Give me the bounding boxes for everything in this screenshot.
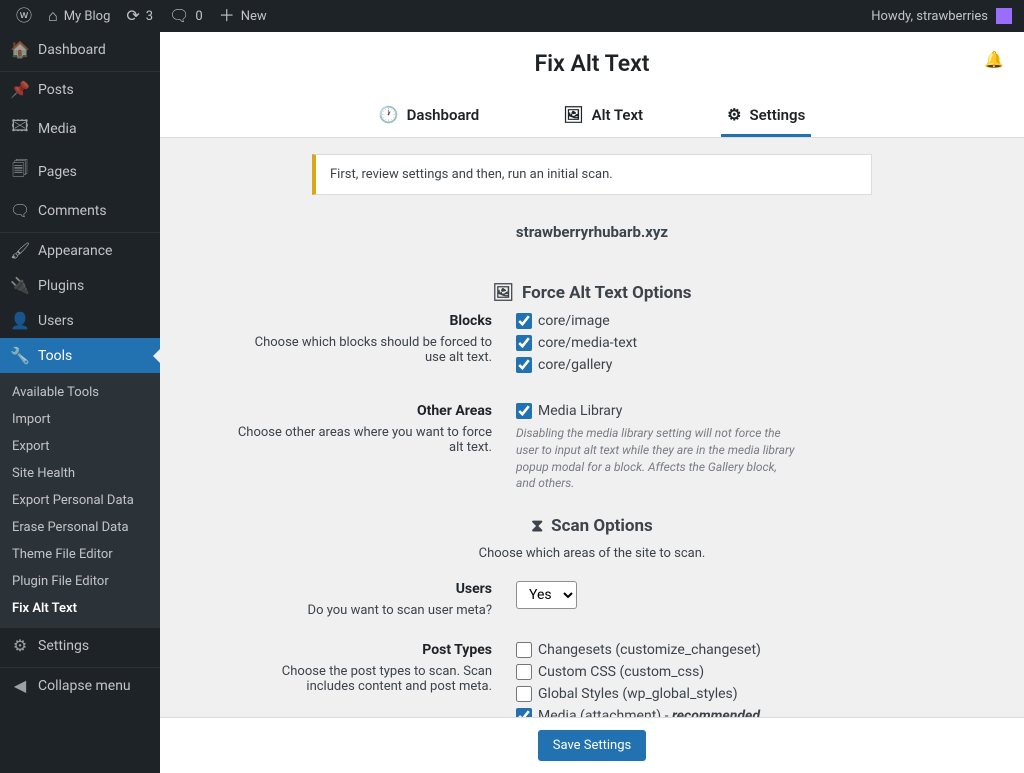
comment-icon: 🗨 <box>10 201 30 220</box>
collapse-icon: ◀ <box>10 676 30 695</box>
menu-users[interactable]: 👤Users <box>0 303 160 338</box>
comment-icon: 🗨 <box>169 8 189 24</box>
home-icon: ⌂ <box>48 8 58 24</box>
pt-global-styles[interactable]: Global Styles (wp_global_styles) <box>516 686 952 702</box>
user-icon: 👤 <box>10 311 30 330</box>
force-heading: 🖼Force Alt Text Options <box>160 283 1024 303</box>
blocks-label: Blocks <box>232 313 492 329</box>
notice-banner: First, review settings and then, run an … <box>312 154 872 195</box>
updates-count: 3 <box>146 9 153 24</box>
settings-icon: ⚙ <box>727 105 741 124</box>
scan-heading: ⧗Scan Options <box>160 516 1024 536</box>
menu-posts[interactable]: 📌Posts <box>0 72 160 107</box>
collapse-menu[interactable]: ◀Collapse menu <box>0 668 160 703</box>
site-name: My Blog <box>64 9 111 24</box>
checkbox-media-library[interactable] <box>516 403 532 419</box>
page-title: Fix Alt Text <box>160 50 1024 77</box>
checkbox-core-gallery[interactable] <box>516 357 532 373</box>
block-core-image[interactable]: core/image <box>516 313 952 329</box>
submenu-plugin-editor[interactable]: Plugin File Editor <box>0 568 160 595</box>
users-desc: Do you want to scan user meta? <box>232 603 492 618</box>
checkbox-core-image[interactable] <box>516 313 532 329</box>
wordpress-icon: ⓦ <box>16 8 32 24</box>
users-label: Users <box>232 581 492 597</box>
checkbox-core-media-text[interactable] <box>516 335 532 351</box>
updates-link[interactable]: ⟳3 <box>118 0 161 32</box>
site-domain: strawberryrhubarb.xyz <box>160 223 1024 241</box>
site-link[interactable]: ⌂ My Blog <box>40 0 118 32</box>
plug-icon: 🔌 <box>10 276 30 295</box>
menu-settings[interactable]: ⚙Settings <box>0 628 160 663</box>
menu-tools[interactable]: 🔧Tools <box>0 338 160 373</box>
submenu-theme-editor[interactable]: Theme File Editor <box>0 541 160 568</box>
users-select[interactable]: Yes <box>516 581 577 609</box>
media-library-option[interactable]: Media Library <box>516 403 952 419</box>
brush-icon: 🖌 <box>10 241 30 260</box>
other-areas-label: Other Areas <box>232 403 492 419</box>
image-icon: 🖼 <box>563 105 583 124</box>
tab-dashboard[interactable]: 🕐Dashboard <box>373 95 486 137</box>
sliders-icon: ⚙ <box>10 636 30 655</box>
pt-custom-css[interactable]: Custom CSS (custom_css) <box>516 664 952 680</box>
submenu-import[interactable]: Import <box>0 406 160 433</box>
block-core-gallery[interactable]: core/gallery <box>516 357 952 373</box>
account-link[interactable]: Howdy, strawberries <box>871 8 1016 24</box>
submenu-export-pd[interactable]: Export Personal Data <box>0 487 160 514</box>
menu-comments[interactable]: 🗨Comments <box>0 193 160 228</box>
media-icon: 🖾 <box>10 115 30 142</box>
bell-icon[interactable]: 🔔 <box>984 50 1004 69</box>
comments-count: 0 <box>195 9 202 24</box>
wp-logo[interactable]: ⓦ <box>8 0 40 32</box>
avatar <box>996 8 1012 24</box>
post-types-desc: Choose the post types to scan. Scan incl… <box>232 664 492 694</box>
image-icon: 🖼 <box>492 283 514 303</box>
comments-link[interactable]: 🗨0 <box>161 0 211 32</box>
block-core-media-text[interactable]: core/media-text <box>516 335 952 351</box>
hourglass-icon: ⧗ <box>531 516 543 536</box>
menu-media[interactable]: 🖾Media <box>0 107 160 150</box>
submenu-fix-alt-text[interactable]: Fix Alt Text <box>0 595 160 622</box>
submenu-erase-pd[interactable]: Erase Personal Data <box>0 514 160 541</box>
menu-appearance[interactable]: 🖌Appearance <box>0 233 160 268</box>
howdy-text: Howdy, strawberries <box>871 9 988 24</box>
save-button[interactable]: Save Settings <box>538 730 647 761</box>
post-types-label: Post Types <box>232 642 492 658</box>
page-icon: 🗐 <box>10 158 30 185</box>
new-link[interactable]: ＋ New <box>211 0 275 32</box>
other-areas-desc: Choose other areas where you want to for… <box>232 425 492 455</box>
blocks-desc: Choose which blocks should be forced to … <box>232 335 492 365</box>
submenu-available-tools[interactable]: Available Tools <box>0 379 160 406</box>
menu-plugins[interactable]: 🔌Plugins <box>0 268 160 303</box>
checkbox-global-styles[interactable] <box>516 686 532 702</box>
submenu-site-health[interactable]: Site Health <box>0 460 160 487</box>
checkbox-changesets[interactable] <box>516 642 532 658</box>
tab-settings[interactable]: ⚙Settings <box>721 95 811 137</box>
new-label: New <box>241 9 267 24</box>
wrench-icon: 🔧 <box>10 346 30 365</box>
plus-icon: ＋ <box>219 8 235 24</box>
dashboard-icon: 🏠 <box>10 40 30 59</box>
media-library-hint: Disabling the media library setting will… <box>516 425 796 492</box>
checkbox-custom-css[interactable] <box>516 664 532 680</box>
scan-sub: Choose which areas of the site to scan. <box>160 546 1024 561</box>
pt-changesets[interactable]: Changesets (customize_changeset) <box>516 642 952 658</box>
menu-pages[interactable]: 🗐Pages <box>0 150 160 193</box>
gauge-icon: 🕐 <box>379 105 399 124</box>
tab-alt-text[interactable]: 🖼Alt Text <box>557 95 649 137</box>
pin-icon: 📌 <box>10 80 30 99</box>
refresh-icon: ⟳ <box>126 8 139 24</box>
submenu-export[interactable]: Export <box>0 433 160 460</box>
menu-dashboard[interactable]: 🏠Dashboard <box>0 32 160 67</box>
